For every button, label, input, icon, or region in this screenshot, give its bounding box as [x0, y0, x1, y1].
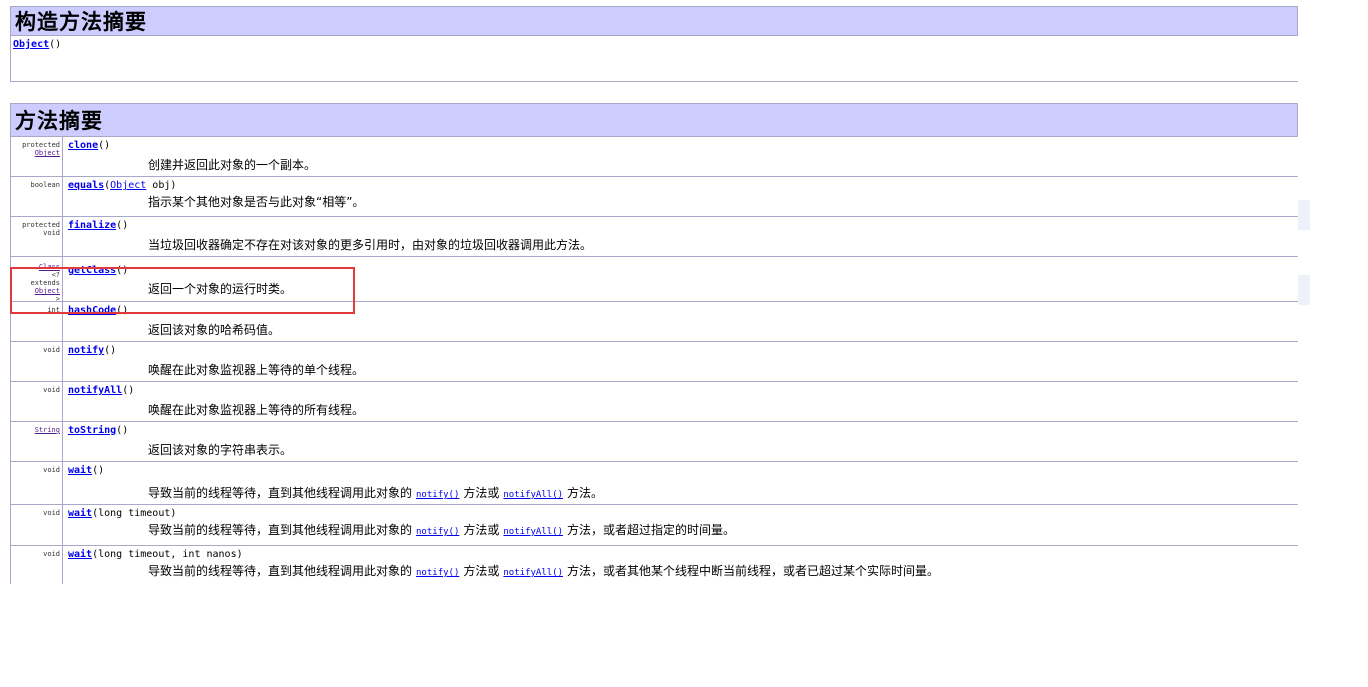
method-name-link[interactable]: clone [68, 140, 98, 151]
constructor-params: () [49, 39, 62, 50]
constructor-summary-section: 构造方法摘要 Object() [10, 6, 1298, 82]
method-name-link[interactable]: equals [68, 180, 104, 191]
method-description: 当垃圾回收器确定不存在对该对象的更多引用时，由对象的垃圾回收器调用此方法。 [148, 238, 593, 252]
method-row-finalize: protected void finalize() 当垃圾回收器确定不存在对该对… [10, 217, 1298, 257]
modifier-text: void [43, 466, 60, 474]
description-text: 方法或 [463, 523, 500, 537]
notifyall-link[interactable]: notifyAll() [503, 527, 563, 537]
type-extends-text: extends [30, 279, 60, 287]
method-description: 返回一个对象的运行时类。 [148, 282, 293, 296]
method-params: (long timeout) [92, 508, 177, 519]
type-generic-open: <? [51, 271, 60, 279]
method-row-wait-timeout: void wait(long timeout) 导致当前的线程等待，直到其他线程… [10, 505, 1298, 546]
method-description: 导致当前的线程等待，直到其他线程调用此对象的 notify() 方法或 notifyA… [148, 484, 603, 501]
modifier-text: void [43, 509, 60, 517]
method-summary-title: 方法摘要 [10, 103, 1298, 137]
method-return-type: void [11, 546, 63, 584]
notify-link[interactable]: notify() [416, 527, 459, 537]
method-params: obj) [146, 180, 177, 191]
method-params: () [116, 220, 129, 231]
method-params: () [104, 345, 117, 356]
method-description: 创建并返回此对象的一个副本。 [148, 158, 317, 172]
modifier-text: void [43, 346, 60, 354]
method-return-type: protected Object [11, 137, 63, 176]
method-name-link[interactable]: toString [68, 425, 116, 436]
modifier-text: void [43, 229, 60, 237]
method-return-type: protected void [11, 217, 63, 256]
modifier-text: protected [22, 221, 60, 229]
method-params: () [116, 265, 129, 276]
method-description: 导致当前的线程等待，直到其他线程调用此对象的 notify() 方法或 notifyA… [148, 521, 735, 538]
method-params: () [116, 425, 129, 436]
method-description: 返回该对象的哈希码值。 [148, 323, 281, 337]
return-type-link[interactable]: Class [11, 263, 60, 271]
method-description: 导致当前的线程等待，直到其他线程调用此对象的 notify() 方法或 notifyA… [148, 562, 939, 579]
method-name-link[interactable]: wait [68, 465, 92, 476]
constructor-object-link[interactable]: Object [13, 39, 49, 50]
method-params: () [92, 465, 105, 476]
notify-link[interactable]: notify() [416, 490, 459, 500]
method-name-link[interactable]: wait [68, 508, 92, 519]
method-row-notifyall: void notifyAll() 唤醒在此对象监视器上等待的所有线程。 [10, 382, 1298, 422]
constructor-summary-title: 构造方法摘要 [10, 6, 1298, 36]
method-description: 返回该对象的字符串表示。 [148, 443, 293, 457]
constructor-row: Object() [10, 36, 1298, 82]
method-name-link[interactable]: getClass [68, 265, 116, 276]
method-row-getclass: Class <? extends Object > getClass() 返回一个对… [10, 257, 1298, 303]
description-text: 导致当前的线程等待，直到其他线程调用此对象的 [148, 523, 413, 537]
method-row-equals: boolean equals(Object obj) 指示某个其他对象是否与此对… [10, 177, 1298, 217]
method-return-type: void [11, 505, 63, 545]
method-name-link[interactable]: notify [68, 345, 104, 356]
method-row-clone: protected Object clone() 创建并返回此对象的一个副本。 [10, 137, 1298, 177]
description-text: 方法或 [463, 486, 500, 500]
method-name-link[interactable]: hashCode [68, 305, 116, 316]
description-text: 导致当前的线程等待，直到其他线程调用此对象的 [148, 564, 413, 578]
method-row-wait: void wait() 导致当前的线程等待，直到其他线程调用此对象的 notify… [10, 462, 1298, 505]
notify-link[interactable]: notify() [416, 568, 459, 578]
method-return-type: int [11, 302, 63, 341]
method-return-type: boolean [11, 177, 63, 216]
method-params: () [98, 140, 111, 151]
description-text: 导致当前的线程等待，直到其他线程调用此对象的 [148, 486, 413, 500]
description-text: 方法。 [567, 486, 604, 500]
method-params: (long timeout, int nanos) [92, 549, 243, 560]
return-type-link[interactable]: Object [11, 287, 60, 295]
modifier-text: void [43, 550, 60, 558]
method-description: 唤醒在此对象监视器上等待的单个线程。 [148, 363, 365, 377]
method-description: 唤醒在此对象监视器上等待的所有线程。 [148, 403, 365, 417]
method-params: () [122, 385, 135, 396]
method-params: () [116, 305, 129, 316]
modifier-text: boolean [30, 181, 60, 189]
modifier-text: int [47, 306, 60, 314]
description-text: 方法或 [463, 564, 500, 578]
method-row-tostring: String toString() 返回该对象的字符串表示。 [10, 422, 1298, 462]
method-return-type: void [11, 382, 63, 421]
right-edge-mark [1298, 200, 1310, 230]
method-summary-section: 方法摘要 protected Object clone() 创建并返回此对象的一… [10, 103, 1298, 584]
right-edge-mark [1298, 275, 1310, 305]
param-type-link[interactable]: Object [110, 180, 146, 191]
modifier-text: void [43, 386, 60, 394]
method-return-type: void [11, 342, 63, 381]
method-return-type: String [11, 422, 63, 461]
method-name-link[interactable]: wait [68, 549, 92, 560]
method-row-notify: void notify() 唤醒在此对象监视器上等待的单个线程。 [10, 342, 1298, 382]
description-text: 方法，或者超过指定的时间量。 [567, 523, 736, 537]
notifyall-link[interactable]: notifyAll() [503, 490, 563, 500]
method-name-link[interactable]: finalize [68, 220, 116, 231]
return-type-link[interactable]: String [11, 426, 60, 434]
method-return-type: Class <? extends Object > [11, 257, 63, 303]
method-name-link[interactable]: notifyAll [68, 385, 122, 396]
notifyall-link[interactable]: notifyAll() [503, 568, 563, 578]
return-type-link[interactable]: Object [11, 149, 60, 157]
method-return-type: void [11, 462, 63, 504]
modifier-text: protected [22, 141, 60, 149]
method-row-wait-timeout-nanos: void wait(long timeout, int nanos) 导致当前的… [10, 546, 1298, 584]
method-description: 指示某个其他对象是否与此对象“相等”。 [148, 195, 365, 209]
method-row-hashcode: int hashCode() 返回该对象的哈希码值。 [10, 302, 1298, 342]
description-text: 方法，或者其他某个线程中断当前线程，或者已超过某个实际时间量。 [567, 564, 940, 578]
